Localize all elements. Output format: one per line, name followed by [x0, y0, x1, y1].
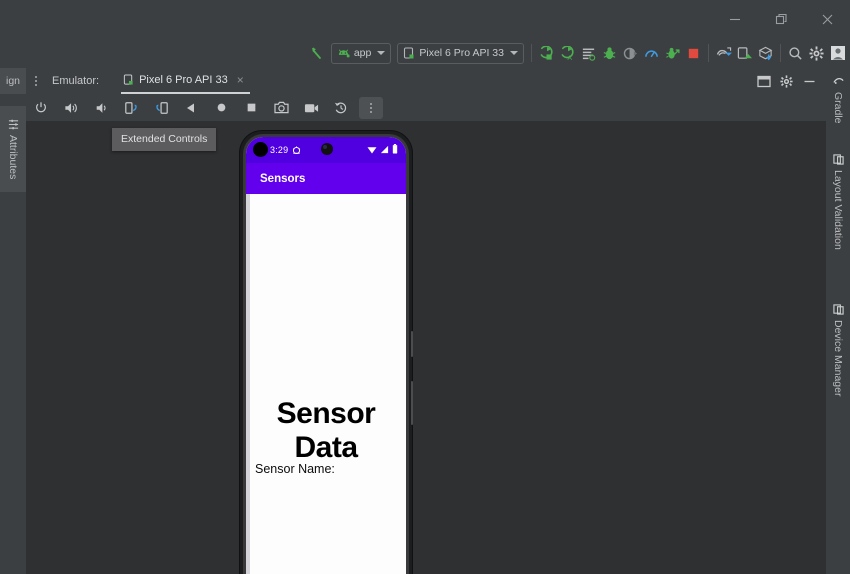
window-title-bar — [0, 0, 850, 38]
run-config-label: app — [353, 47, 372, 59]
android-studio-window: app Pixel 6 Pro API 33 A ign Attributes … — [0, 0, 850, 574]
minimize-button[interactable] — [712, 0, 758, 38]
volume-up-button[interactable] — [59, 97, 83, 119]
screenshot-button[interactable] — [269, 97, 293, 119]
emulated-device[interactable]: 3:29 Sensors Sensor Data Sensor Name: — [240, 131, 413, 574]
emulator-device-toolbar — [26, 94, 826, 121]
right-tool-strip: Gradle Layout Validation Device Manager — [826, 68, 850, 574]
apply-changes-button[interactable]: A — [557, 43, 578, 64]
toolbar-divider — [531, 44, 532, 62]
sidebar-item-device-manager-label: Device Manager — [832, 320, 844, 397]
battery-icon — [392, 141, 398, 159]
app-content-area: Sensor Data Sensor Name: — [246, 194, 406, 574]
toolbar-divider — [708, 44, 709, 62]
extended-controls-button[interactable] — [359, 96, 383, 119]
sidebar-item-design[interactable]: ign — [0, 68, 26, 94]
back-button[interactable] — [179, 97, 203, 119]
profiler-button[interactable] — [641, 43, 662, 64]
device-volume-key[interactable] — [411, 381, 413, 425]
emulator-tab-label: Pixel 6 Pro API 33 — [139, 74, 228, 86]
device-manager-icon — [832, 304, 844, 315]
record-screen-button[interactable] — [299, 97, 323, 119]
kebab-menu-icon[interactable] — [26, 68, 46, 94]
device-power-key[interactable] — [411, 331, 413, 357]
app-bar-title: Sensors — [260, 172, 306, 185]
run-configuration-selector[interactable]: app — [330, 42, 392, 64]
chevron-down-icon[interactable] — [377, 51, 386, 55]
separate-window-button[interactable] — [753, 71, 774, 92]
tooltip: Extended Controls — [112, 128, 217, 151]
sidebar-item-attributes-label: Attributes — [7, 134, 19, 180]
left-tool-strip: ign Attributes — [0, 68, 26, 574]
svg-text:A: A — [568, 55, 573, 61]
device-icon — [404, 46, 414, 59]
wifi-icon — [367, 141, 377, 159]
run-button[interactable] — [536, 43, 557, 64]
rotate-right-button[interactable] — [149, 97, 173, 119]
android-status-bar: 3:29 — [246, 137, 406, 163]
sidebar-item-gradle-label: Gradle — [832, 92, 844, 124]
close-icon[interactable]: × — [237, 73, 244, 87]
sidebar-item-design-label: ign — [5, 75, 20, 87]
hide-panel-button[interactable] — [799, 71, 820, 92]
sliders-icon — [8, 119, 18, 130]
main-toolbar: app Pixel 6 Pro API 33 A — [0, 38, 850, 68]
debug-button[interactable] — [599, 43, 620, 64]
close-button[interactable] — [804, 0, 850, 38]
sidebar-item-layout-validation-label: Layout Validation — [832, 170, 844, 250]
logcat-button[interactable] — [578, 43, 599, 64]
commit-button[interactable] — [734, 43, 755, 64]
android-icon — [338, 49, 350, 57]
gear-icon[interactable] — [776, 71, 797, 92]
device-target-label: Pixel 6 Pro API 33 — [419, 47, 504, 59]
coverage-button[interactable] — [620, 43, 641, 64]
emulator-canvas: Extended Controls 3:29 Sensors Sensor Da… — [26, 121, 826, 574]
sensor-name-label: Sensor Name: — [255, 462, 335, 476]
sidebar-item-device-manager[interactable]: Device Manager — [826, 300, 850, 428]
sidebar-item-layout-validation[interactable]: Layout Validation — [826, 150, 850, 285]
toolbar-divider — [780, 44, 781, 62]
emulator-tab[interactable]: Pixel 6 Pro API 33 × — [121, 68, 250, 94]
emulator-panel-header: Emulator: Pixel 6 Pro API 33 × — [26, 68, 826, 94]
layout-icon — [832, 154, 844, 165]
device-icon — [123, 74, 133, 85]
signal-icon — [380, 141, 389, 159]
restore-button[interactable] — [758, 0, 804, 38]
emulator-panel-title: Emulator: — [52, 75, 100, 87]
volume-down-button[interactable] — [89, 97, 113, 119]
device-screen[interactable]: 3:29 Sensors Sensor Data Sensor Name: — [246, 137, 406, 574]
rotate-left-button[interactable] — [119, 97, 143, 119]
camera-punch-hole — [253, 142, 268, 157]
status-bar-clock: 3:29 — [270, 145, 289, 155]
gradle-icon — [832, 77, 844, 84]
attach-debugger-button[interactable] — [662, 43, 683, 64]
app-action-bar: Sensors — [246, 163, 406, 194]
sidebar-item-attributes[interactable]: Attributes — [0, 106, 26, 192]
power-button[interactable] — [29, 97, 53, 119]
settings-badge-icon — [292, 146, 301, 155]
stop-button[interactable] — [683, 43, 704, 64]
chevron-down-icon[interactable] — [510, 51, 518, 55]
scrollbar[interactable] — [246, 194, 250, 574]
home-button[interactable] — [209, 97, 233, 119]
page-title: Sensor Data — [276, 397, 376, 464]
snapshots-button[interactable] — [329, 97, 353, 119]
update-project-button[interactable] — [713, 43, 734, 64]
search-icon[interactable] — [785, 43, 806, 64]
device-target-selector[interactable]: Pixel 6 Pro API 33 — [397, 42, 524, 64]
back-arrow-button[interactable] — [306, 41, 328, 65]
avatar-icon[interactable] — [827, 43, 848, 64]
overview-button[interactable] — [239, 97, 263, 119]
camera-lens — [321, 143, 333, 155]
gear-icon[interactable] — [806, 43, 827, 64]
sidebar-item-gradle[interactable]: Gradle — [826, 72, 850, 134]
pull-button[interactable] — [755, 43, 776, 64]
